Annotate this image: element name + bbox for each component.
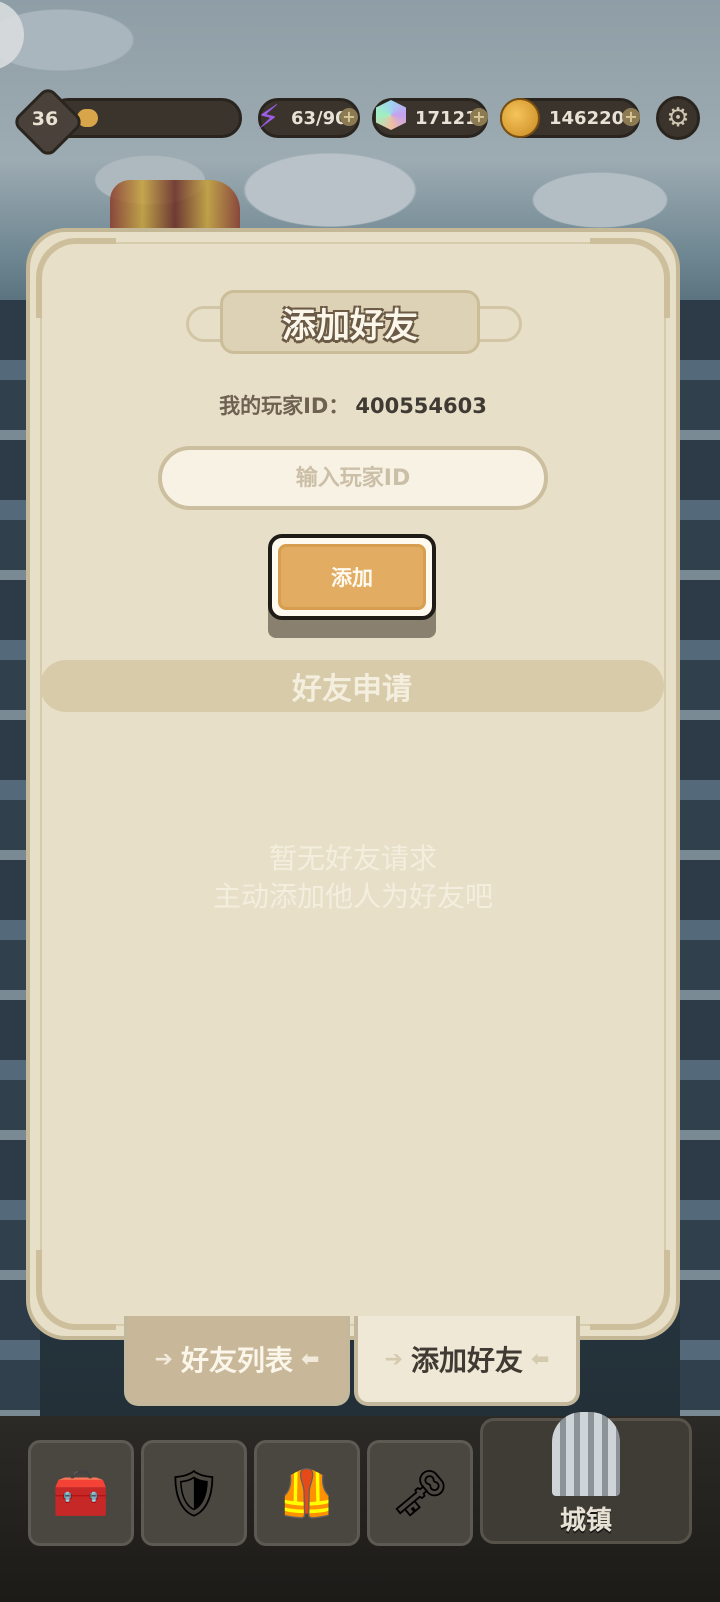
arrow-right-icon: ➔ — [154, 1346, 173, 1372]
armor-icon: 🦺 — [278, 1465, 336, 1520]
my-id-value: 400554603 — [355, 394, 487, 418]
empty-line-2: 主动添加他人为好友吧 — [212, 880, 493, 913]
empty-line-1: 暂无好友请求 — [268, 842, 437, 875]
nav-map[interactable]: 🗝 — [367, 1440, 473, 1546]
friend-requests-header: 好友申请 — [40, 660, 664, 712]
arrow-right-icon: ➔ — [384, 1346, 403, 1372]
nav-town-label: 城镇 — [559, 1506, 612, 1536]
nav-heroes[interactable]: 🛡 — [141, 1440, 247, 1546]
corner-ornament-bottom-right — [590, 1250, 670, 1330]
gear-icon[interactable]: ⚙ — [656, 96, 700, 140]
my-player-id: 我的玩家ID： 400554603 — [0, 390, 706, 420]
my-id-label: 我的玩家ID： — [219, 394, 350, 418]
arrow-left-icon: ⬅ — [301, 1346, 320, 1372]
top-hud: 36 63/90 ⚡ + 17121 + 146220 + ⚙ — [0, 85, 720, 159]
energy-plus-button[interactable]: + — [340, 108, 358, 126]
map-key-icon: 🗝 — [390, 1465, 450, 1520]
nav-inventory[interactable]: 🧰 — [28, 1440, 134, 1546]
sword-shield-icon: 🛡 — [164, 1465, 224, 1520]
chest-icon: 🧰 — [52, 1465, 110, 1520]
player-id-input[interactable] — [158, 446, 548, 510]
tab-friends-list-label: 好友列表 — [180, 1344, 293, 1377]
add-button[interactable]: 添加 — [268, 534, 436, 620]
empty-requests-message: 暂无好友请求 主动添加他人为好友吧 — [0, 840, 706, 916]
gem-plus-button[interactable]: + — [470, 108, 488, 126]
coin-icon — [500, 98, 540, 138]
panel-title: 添加好友 — [282, 305, 418, 346]
tab-friends-list[interactable]: ➔ 好友列表 ⬅ — [124, 1316, 350, 1406]
corner-ornament-top-right — [590, 238, 670, 318]
player-level: 36 — [31, 108, 59, 130]
tab-add-friend-label: 添加好友 — [410, 1344, 523, 1377]
town-hall-icon — [552, 1412, 620, 1496]
nav-equipment[interactable]: 🦺 — [254, 1440, 360, 1546]
lightning-icon: ⚡ — [256, 98, 280, 138]
add-button-label: 添加 — [278, 544, 426, 610]
corner-ornament-bottom-left — [36, 1250, 116, 1330]
tab-add-friend[interactable]: ➔ 添加好友 ⬅ — [354, 1316, 580, 1406]
coin-value: 146220 — [549, 107, 625, 129]
gem-value: 17121 — [415, 107, 478, 129]
corner-ornament-top-left — [36, 238, 116, 318]
arrow-left-icon: ⬅ — [531, 1346, 550, 1372]
coin-plus-button[interactable]: + — [622, 108, 640, 126]
